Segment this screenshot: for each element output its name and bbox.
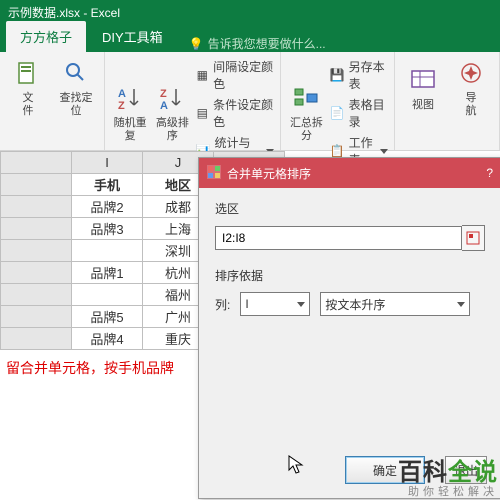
cell[interactable] [72,240,143,262]
tab-fangfang[interactable]: 方方格子 [6,21,86,52]
selection-label: 选区 [215,200,485,217]
cell[interactable]: 手机 [72,174,143,196]
tab-diy[interactable]: DIY工具箱 [88,21,177,52]
list-icon: 📄 [330,105,345,121]
chevron-down-icon [457,302,465,307]
cell[interactable]: 品牌5 [72,306,143,328]
svg-text:A: A [118,88,126,100]
column-label: 列: [215,296,230,313]
help-button[interactable]: ? [486,166,493,180]
file-icon [13,58,43,88]
lightbulb-icon: 💡 [189,37,204,51]
cell[interactable]: 品牌3 [72,218,143,240]
btn-condition-color[interactable]: ▤条件设定颜色 [196,94,275,132]
sort-za-icon: ZA [157,83,187,113]
col-header[interactable]: I [72,152,143,174]
sort-az-icon: AZ [115,83,145,113]
cell[interactable]: 品牌1 [72,262,143,284]
ribbon: 文 件 查找定 位 AZ 随机重 复 ZA 高级排 序 ▦间隔设定颜色 ▤条件设… [0,52,500,151]
cell[interactable] [72,284,143,306]
btn-find-locate[interactable]: 查找定 位 [54,56,98,120]
row-header[interactable] [1,174,72,196]
row-header[interactable] [1,218,72,240]
view-icon [408,65,438,95]
svg-text:Z: Z [118,100,125,111]
dialog-titlebar[interactable]: 合并单元格排序 ? [199,158,500,188]
save-icon: 💾 [330,67,345,83]
row-header[interactable] [1,196,72,218]
column-select[interactable]: I [240,292,310,316]
compass-icon [456,58,486,88]
btn-interval-color[interactable]: ▦间隔设定颜色 [196,56,275,94]
btn-view[interactable]: 视图 [401,56,445,120]
row-header[interactable] [1,328,72,350]
palette-icon: ▤ [196,105,210,121]
row-header[interactable] [1,262,72,284]
grid-icon: ▦ [196,67,210,83]
btn-file[interactable]: 文 件 [6,56,50,120]
summary-icon [291,83,321,113]
dialog-title: 合并单元格排序 [227,165,311,182]
row-header[interactable] [1,240,72,262]
window-title: 示例数据.xlsx - Excel [8,4,120,21]
btn-table-index[interactable]: 📄表格目录 [330,94,388,132]
tell-me[interactable]: 💡 告诉我您想要做什么... [189,35,326,52]
app-icon [207,165,221,182]
dialog-merge-sort: 合并单元格排序 ? 选区 排序依据 列: I 按文本升序 确定 退出 [198,157,500,499]
watermark-logo: 百科全说 助你轻松解决 [398,460,498,498]
range-picker-button[interactable] [462,225,485,251]
svg-text:Z: Z [160,88,167,100]
chevron-down-icon [297,302,305,307]
row-header[interactable] [1,284,72,306]
range-input[interactable] [215,226,462,250]
svg-text:A: A [160,100,168,111]
row-header[interactable] [1,306,72,328]
ribbon-tabs: 方方格子 DIY工具箱 💡 告诉我您想要做什么... [0,24,500,52]
cell[interactable]: 品牌2 [72,196,143,218]
order-select[interactable]: 按文本升序 [320,292,470,316]
find-icon [61,58,91,88]
cursor-icon [288,455,304,475]
cell[interactable]: 品牌4 [72,328,143,350]
sort-by-label: 排序依据 [215,267,485,284]
btn-save-as-sheet[interactable]: 💾另存本表 [330,56,388,94]
btn-navigate[interactable]: 导 航 [449,56,493,120]
